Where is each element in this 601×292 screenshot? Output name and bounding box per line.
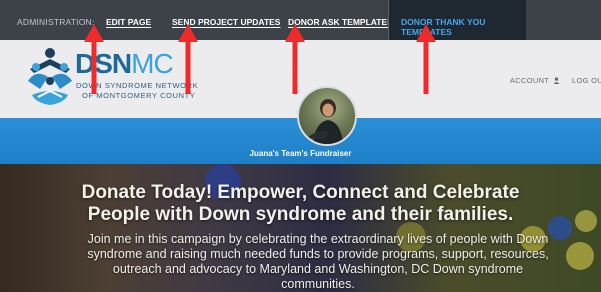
person-icon — [554, 77, 560, 84]
account-label: ACCOUNT — [510, 76, 550, 85]
edit-page-link[interactable]: EDIT PAGE — [106, 17, 151, 27]
hero-title-line-2: People with Down syndrome and their fami… — [87, 204, 514, 225]
red-arrow-annotation — [285, 24, 305, 94]
admin-label: ADMINISTRATION: — [17, 17, 95, 27]
account-link[interactable]: ACCOUNT — [510, 76, 560, 85]
screen: ADMINISTRATION: EDIT PAGE SEND PROJECT U… — [0, 0, 601, 292]
hero-description: Join me in this campaign by celebrating … — [87, 232, 549, 291]
logout-link[interactable]: LOG OU — [572, 76, 601, 85]
avatar — [297, 86, 357, 146]
red-arrow-annotation — [178, 24, 198, 94]
hero-title: Donate Today! Empower, Connect and Celeb… — [0, 182, 601, 226]
fundraiser-title: Juana's Team's Fundraiser — [249, 149, 352, 158]
red-arrow-annotation — [416, 24, 436, 94]
red-arrow-annotation — [84, 24, 104, 94]
hero-title-line-1: Donate Today! Empower, Connect and Celeb… — [81, 182, 520, 203]
avatar-photo — [307, 99, 343, 144]
people-logo-icon[interactable] — [26, 47, 78, 107]
donor-thank-you-templates-tab[interactable]: DONOR THANK YOU TEMPLATES — [388, 0, 526, 40]
logo-wordmark-mc: MC — [131, 48, 174, 79]
